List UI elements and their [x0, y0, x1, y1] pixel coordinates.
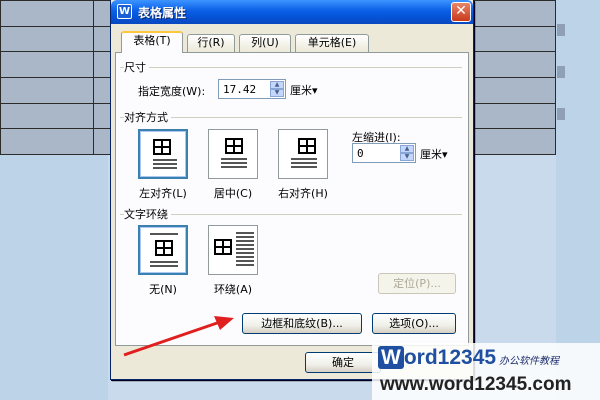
width-unit-select[interactable]: 厘米▾ [290, 82, 318, 98]
spin-up-icon[interactable]: ▲ [400, 145, 414, 153]
spin-up-icon[interactable]: ▲ [270, 81, 284, 89]
size-group-title: 尺寸 [124, 59, 149, 75]
align-center-label: 居中(C) [213, 187, 253, 200]
indent-spin-buttons[interactable]: ▲ ▼ [400, 145, 414, 161]
text-lines-icon [150, 233, 178, 237]
ok-button[interactable]: 确定 [305, 352, 381, 373]
align-left-label: 左对齐(L) [139, 187, 187, 200]
align-group-title: 对齐方式 [124, 109, 171, 125]
wrap-none-label: 无(N) [149, 283, 177, 296]
width-spinner[interactable]: 17.42 ▲ ▼ [218, 79, 286, 99]
spin-down-icon[interactable]: ▼ [400, 153, 414, 161]
indent-value: 0 [357, 147, 364, 160]
text-lines-icon [221, 158, 247, 170]
tab-panel-table: 尺寸 指定宽度(W): 17.42 ▲ ▼ 厘米▾ 对齐方式 左对齐(L) 居中… [115, 52, 469, 346]
position-button[interactable]: 定位(P)... [378, 273, 456, 294]
table-properties-dialog: W 表格属性 ✕ 表格(T) 行(R) 列(U) 单元格(E) 尺寸 指定宽度(… [110, 0, 474, 380]
row-marker[interactable] [557, 24, 565, 36]
text-lines-icon [150, 261, 178, 269]
spin-down-icon[interactable]: ▼ [270, 89, 284, 97]
table-right-icon [298, 138, 316, 154]
watermark-logo: Word12345 [378, 346, 496, 373]
tab-row[interactable]: 行(R) [187, 34, 235, 52]
group-divider [120, 214, 462, 215]
options-button[interactable]: 选项(O)... [372, 313, 456, 334]
wrap-around-option[interactable] [208, 225, 258, 275]
tab-column[interactable]: 列(U) [239, 34, 291, 52]
table-center-icon [225, 138, 243, 154]
table-no-wrap-icon [155, 240, 173, 256]
wrap-none-option[interactable] [138, 225, 188, 275]
watermark: Word12345 办公软件教程 www.word12345.com [372, 343, 600, 400]
watermark-tagline: 办公软件教程 [499, 356, 559, 367]
indent-spinner[interactable]: 0 ▲ ▼ [352, 143, 416, 163]
watermark-logo-text: ord12345 [403, 346, 497, 369]
align-center-option[interactable] [208, 129, 258, 179]
width-spin-buttons[interactable]: ▲ ▼ [270, 81, 284, 97]
indent-unit-select[interactable]: 厘米▾ [420, 146, 448, 162]
table-left-icon [153, 139, 171, 155]
wrap-group-title: 文字环绕 [124, 206, 171, 222]
width-value: 17.42 [223, 83, 257, 96]
tab-cell[interactable]: 单元格(E) [295, 34, 369, 52]
align-right-label: 右对齐(H) [278, 187, 328, 200]
row-marker[interactable] [557, 108, 565, 120]
width-label: 指定宽度(W): [138, 85, 206, 98]
dialog-title: 表格属性 [138, 6, 187, 20]
watermark-url: www.word12345.com [380, 374, 572, 395]
text-lines-icon [236, 232, 254, 268]
align-right-option[interactable] [278, 129, 328, 179]
borders-shading-button[interactable]: 边框和底纹(B)... [242, 313, 362, 334]
text-lines-icon [291, 158, 317, 170]
wps-logo-icon: W [117, 4, 132, 19]
group-divider [120, 117, 462, 118]
group-divider [120, 67, 462, 68]
text-lines-icon [153, 159, 177, 171]
align-left-option[interactable] [138, 129, 188, 179]
row-marker[interactable] [557, 66, 565, 78]
wrap-around-label: 环绕(A) [213, 283, 253, 296]
title-bar[interactable]: W 表格属性 ✕ [111, 0, 473, 24]
watermark-logo-w: W [378, 346, 404, 369]
tab-table[interactable]: 表格(T) [121, 31, 183, 53]
table-wrap-icon [214, 239, 232, 255]
close-button[interactable]: ✕ [451, 2, 471, 22]
